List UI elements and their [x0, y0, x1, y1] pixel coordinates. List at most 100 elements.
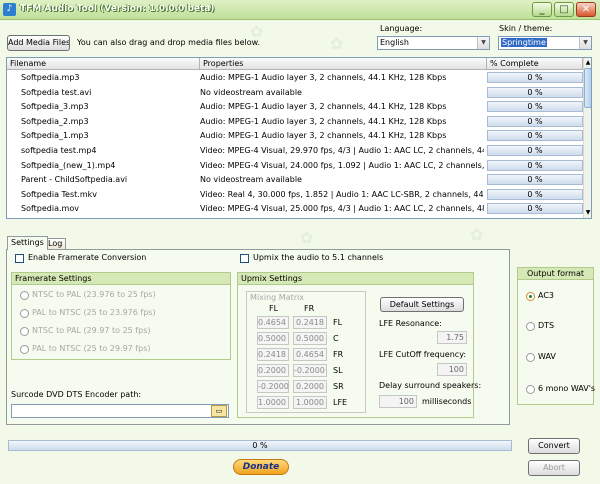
enable-framerate-checkbox[interactable]: [15, 254, 24, 263]
row-progress-bar: 0 %: [487, 188, 583, 200]
matrix-cell[interactable]: 0.4654: [293, 348, 327, 361]
filename-cell: Softpedia_(new_1).mp4: [21, 160, 116, 170]
table-row[interactable]: Softpedia_3.mp3 Audio: MPEG-1 Audio layer…: [7, 100, 583, 113]
matrix-row-label: FL: [333, 318, 343, 327]
abort-button[interactable]: Abort: [528, 460, 580, 476]
column-header-properties[interactable]: Properties: [200, 58, 487, 70]
title-bar: ♪ TFM Audio Tool (Version: 1.0.0.0 beta)…: [0, 0, 600, 20]
scroll-up-icon[interactable]: ▲: [584, 58, 591, 67]
row-progress-bar: 0 %: [487, 159, 583, 171]
table-row[interactable]: Softpedia_2.mp3 Audio: MPEG-1 Audio layer…: [7, 115, 583, 128]
row-progress-bar: 0 %: [487, 174, 583, 186]
properties-cell: Video: Real 4, 30.000 fps, 1.852 | Audio…: [200, 189, 484, 199]
skin-label: Skin / theme:: [499, 24, 553, 33]
radio-output-ac3[interactable]: [526, 292, 535, 301]
radio-framerate-4[interactable]: [20, 345, 29, 354]
matrix-col-fl: FL: [269, 304, 279, 313]
skin-select[interactable]: Springtime ▼: [498, 36, 592, 50]
matrix-cell[interactable]: 0.4654: [257, 316, 289, 329]
radio-framerate-2[interactable]: [20, 309, 29, 318]
table-row[interactable]: Softpedia.mp3 Audio: MPEG-1 Audio layer 3…: [7, 71, 583, 84]
language-label: Language:: [380, 24, 423, 33]
upmix-checkbox[interactable]: [240, 254, 249, 263]
scrollbar-thumb[interactable]: [584, 68, 591, 108]
upmix-settings-title: Upmix Settings: [238, 273, 473, 285]
filename-cell: softpedia test.mp4: [21, 146, 97, 155]
framerate-settings-group: Framerate Settings NTSC to PAL (23.976 t…: [11, 272, 231, 360]
minimize-button[interactable]: _: [532, 2, 552, 17]
row-progress-bar: 0 %: [487, 115, 583, 127]
matrix-row-label: C: [333, 334, 339, 343]
media-file-list[interactable]: Filename Properties % Complete Softpedia…: [6, 57, 592, 219]
table-row[interactable]: Softpedia Test.mkv Video: Real 4, 30.000 …: [7, 188, 583, 201]
list-scrollbar[interactable]: ▲ ▼: [583, 58, 591, 218]
filename-cell: Softpedia Test.mkv: [21, 189, 97, 199]
encoder-path-input[interactable]: [11, 404, 229, 418]
matrix-cell[interactable]: 0.2418: [257, 348, 289, 361]
column-header-complete[interactable]: % Complete: [487, 58, 583, 70]
encoder-path-label: Surcode DVD DTS Encoder path:: [11, 390, 142, 399]
table-row[interactable]: Parent - ChildSoftpedia.avi No videostrea…: [7, 173, 583, 186]
radio-output-mono-wav[interactable]: [526, 385, 535, 394]
browse-folder-icon[interactable]: ▭: [211, 405, 227, 417]
language-select[interactable]: English ▼: [377, 36, 490, 50]
output-option: 6 mono WAV's: [538, 384, 596, 393]
matrix-cell[interactable]: -0.2000: [293, 364, 327, 377]
close-button[interactable]: ✕: [576, 2, 596, 17]
framerate-option: PAL to NTSC (25 to 23.976 fps): [32, 308, 156, 317]
output-option: AC3: [538, 291, 555, 300]
table-row[interactable]: Softpedia_(new_1).mp4 Video: MPEG-4 Visua…: [7, 159, 583, 172]
properties-cell: Video: MPEG-4 Visual, 24.000 fps, 1.092 …: [200, 160, 484, 170]
drag-drop-hint: You can also drag and drop media files b…: [77, 38, 260, 47]
app-icon: ♪: [3, 3, 16, 16]
output-option: DTS: [538, 321, 555, 330]
matrix-cell[interactable]: 1.0000: [257, 396, 289, 409]
filename-cell: Parent - ChildSoftpedia.avi: [21, 175, 128, 185]
table-row[interactable]: Softpedia.mov Video: MPEG-4 Visual, 25.00…: [7, 202, 583, 215]
row-progress-bar: 0 %: [487, 86, 583, 98]
matrix-cell[interactable]: 0.2000: [293, 380, 327, 393]
maximize-button[interactable]: □: [554, 2, 574, 17]
delay-input[interactable]: 100: [379, 395, 417, 408]
mixing-matrix: Mixing Matrix FL FR 0.4654 0.2418 FL 0.5000…: [246, 291, 366, 413]
scroll-down-icon[interactable]: ▼: [584, 208, 591, 217]
radio-framerate-1[interactable]: [20, 291, 29, 300]
window-title: TFM Audio Tool (Version: 1.0.0.0 beta): [20, 4, 215, 14]
properties-cell: Audio: MPEG-1 Audio layer 3, 2 channels,…: [200, 116, 447, 126]
properties-cell: Audio: MPEG-1 Audio layer 3, 2 channels,…: [200, 102, 447, 112]
settings-panel: Enable Framerate Conversion Upmix the au…: [6, 249, 510, 425]
radio-framerate-3[interactable]: [20, 327, 29, 336]
radio-output-dts[interactable]: [526, 322, 535, 331]
lfe-cutoff-input[interactable]: 100: [437, 363, 467, 376]
convert-button[interactable]: Convert: [528, 438, 580, 454]
framerate-option: NTSC to PAL (29.97 to 25 fps): [32, 326, 151, 335]
output-format-title: Output format: [518, 268, 593, 280]
matrix-cell[interactable]: -0.2000: [257, 380, 289, 393]
donate-button[interactable]: Donate: [233, 459, 289, 475]
filename-cell: Softpedia test.avi: [21, 87, 92, 97]
matrix-cell[interactable]: 0.2000: [257, 364, 289, 377]
filename-cell: Softpedia_3.mp3: [21, 102, 89, 112]
lfe-resonance-input[interactable]: 1.75: [437, 331, 467, 344]
radio-output-wav[interactable]: [526, 353, 535, 362]
filename-cell: Softpedia_1.mp3: [21, 131, 89, 141]
filename-cell: Softpedia_2.mp3: [21, 116, 89, 126]
matrix-row-label: SR: [333, 382, 344, 391]
column-header-filename[interactable]: Filename: [7, 58, 200, 70]
upmix-settings-group: Upmix Settings Mixing Matrix FL FR 0.465…: [237, 272, 481, 418]
properties-cell: Video: MPEG-4 Visual, 25.000 fps, 4/3 | …: [200, 204, 484, 214]
skin-value: Springtime: [501, 38, 547, 47]
matrix-cell[interactable]: 1.0000: [293, 396, 327, 409]
framerate-option: NTSC to PAL (23.976 to 25 fps): [32, 290, 156, 299]
matrix-cell[interactable]: 0.5000: [293, 332, 327, 345]
table-row[interactable]: softpedia test.mp4 Video: MPEG-4 Visual, …: [7, 144, 583, 157]
default-settings-button[interactable]: Default Settings: [380, 297, 464, 312]
properties-cell: Video: MPEG-4 Visual, 29.970 fps, 4/3 | …: [200, 146, 484, 155]
add-media-files-button[interactable]: Add Media Files: [7, 35, 70, 51]
table-row[interactable]: Softpedia_1.mp3 Audio: MPEG-1 Audio layer…: [7, 129, 583, 142]
tab-settings[interactable]: Settings: [7, 236, 48, 250]
matrix-row-label: SL: [333, 366, 343, 375]
matrix-cell[interactable]: 0.5000: [257, 332, 289, 345]
table-row[interactable]: Softpedia test.avi No videostream availab…: [7, 86, 583, 99]
matrix-cell[interactable]: 0.2418: [293, 316, 327, 329]
